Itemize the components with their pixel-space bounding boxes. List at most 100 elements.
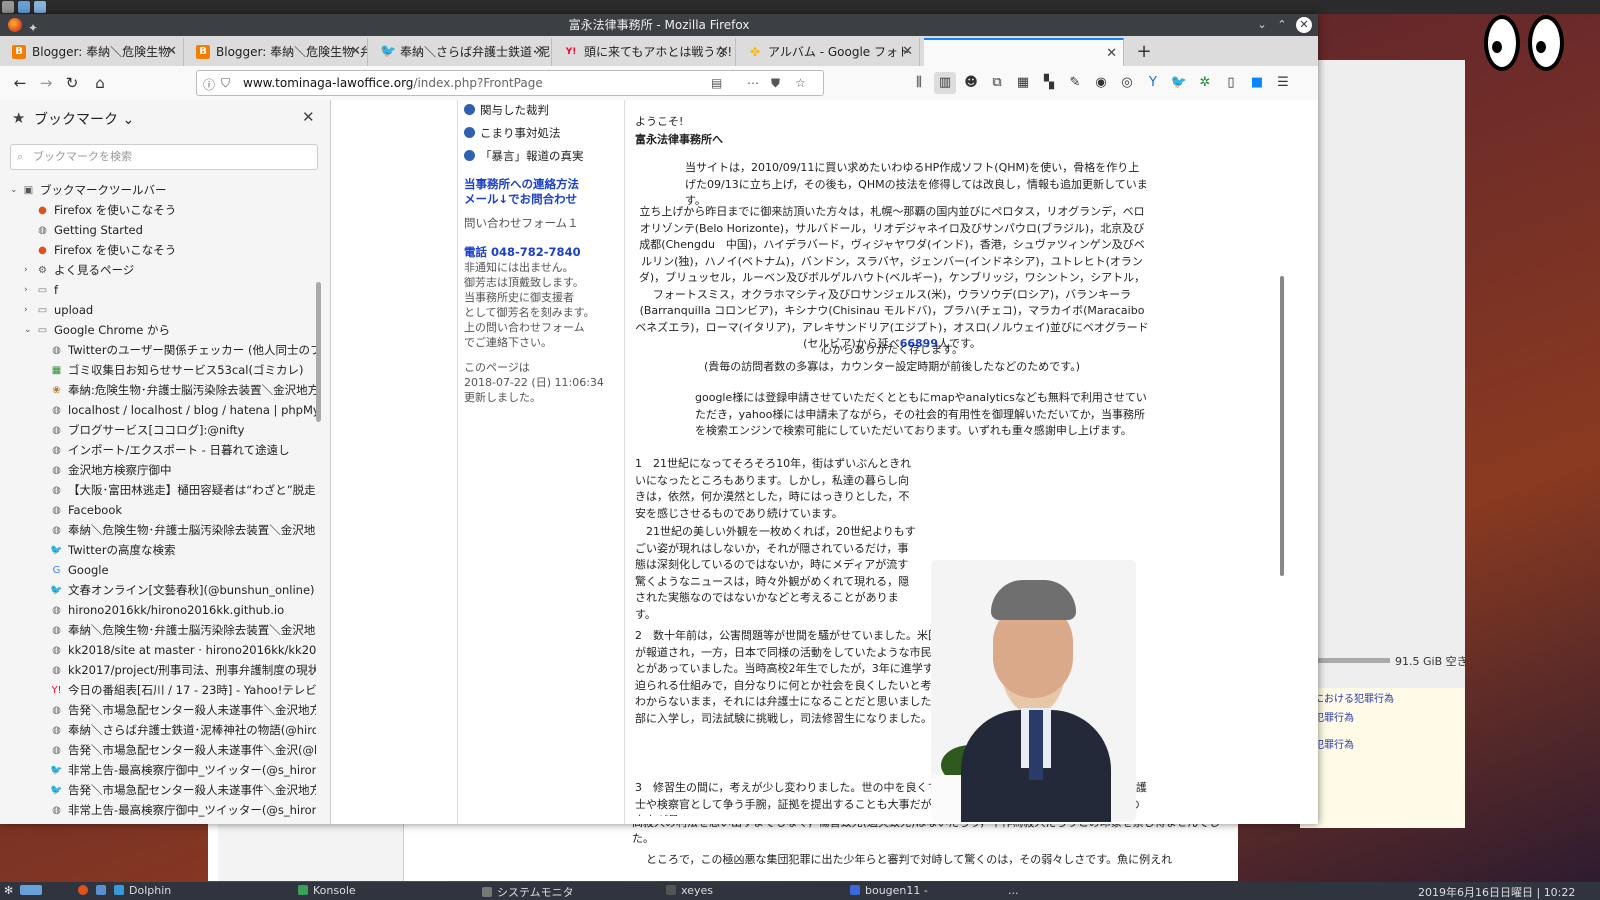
- tab-close-icon[interactable]: ✕: [902, 38, 913, 66]
- bookmark-search-input[interactable]: ⌕ ブックマークを検索: [10, 144, 318, 170]
- bookmark-item[interactable]: ◍ Twitterのユーザー関係チェッカー (他人同士のフォロ...: [0, 340, 316, 360]
- clipboard-icon[interactable]: ▯: [1220, 72, 1242, 94]
- tab-google-photos[interactable]: ✤ アルバム - Google フォト ✕: [740, 38, 920, 66]
- system-clock[interactable]: 2019年6月16日日曜日 | 10:22: [1418, 884, 1575, 900]
- tab-active[interactable]: ✕: [924, 38, 1124, 66]
- tab-close-icon[interactable]: ✕: [534, 38, 545, 66]
- info-icon[interactable]: ⓘ: [203, 76, 215, 93]
- extension-icon[interactable]: ◎: [1116, 72, 1138, 94]
- back-button[interactable]: ←: [8, 71, 32, 95]
- bookmark-item[interactable]: ◍ ブログサービス[ココログ]:@nifty: [0, 420, 316, 440]
- forward-button[interactable]: →: [34, 71, 58, 95]
- bookmark-item[interactable]: ◍ kk2018/site at master · hirono2016kk/kk…: [0, 640, 316, 660]
- url-bar[interactable]: ⓘ ⛉ www.tominaga-lawoffice.org/index.php…: [196, 70, 824, 96]
- pocket-icon[interactable]: ⛊: [771, 76, 780, 91]
- window-icon[interactable]: [34, 1, 46, 13]
- page-scrollbar[interactable]: [1280, 276, 1284, 576]
- account-icon[interactable]: ☻: [960, 72, 982, 94]
- nav-link-trials[interactable]: 関与した裁判: [464, 102, 549, 118]
- maximize-button[interactable]: ⌃: [1274, 17, 1290, 33]
- extension-icon[interactable]: ■: [1246, 72, 1268, 94]
- bookmark-item[interactable]: ◍ 非常上告-最高検察庁御中_ツイッター(@s_hirono) - T...: [0, 800, 316, 820]
- sidebar-scrollbar[interactable]: [316, 282, 321, 422]
- bookmark-item[interactable]: ⌄ ▭ Google Chrome から: [0, 320, 316, 340]
- bookmark-item[interactable]: ◍ 告発＼市場急配センター殺人未遂事件＼金沢(@kk_h: [0, 740, 316, 760]
- menu-icon[interactable]: ☰: [1272, 72, 1294, 94]
- tab-yahoo[interactable]: Y! 頭に来てもアホとは戦うな! - Y ✕: [556, 38, 736, 66]
- nav-link-report[interactable]: 「暴言」報道の真実: [464, 148, 584, 164]
- chevron-down-icon[interactable]: ⌄: [10, 180, 18, 200]
- bookmark-item[interactable]: ◍ 奉納＼さらば弁護士鉄道･泥棒神社の物語(@hirono_...: [0, 720, 316, 740]
- extension-icon[interactable]: ◉: [1090, 72, 1112, 94]
- bookmark-item[interactable]: ◍ 【大阪･富田林逃走】樋田容疑者は“わざと”脱走させら...: [0, 480, 316, 500]
- bookmark-item[interactable]: ◍ Facebook: [0, 500, 316, 520]
- reload-button[interactable]: ↻: [60, 71, 84, 95]
- files-icon[interactable]: [96, 884, 111, 897]
- bookmark-item[interactable]: › ▭ upload: [0, 300, 316, 320]
- chevron-right-icon[interactable]: ›: [24, 260, 28, 280]
- bookmark-item[interactable]: 🐦 Twitterの高度な検索: [0, 540, 316, 560]
- chevron-down-icon[interactable]: ⌄: [24, 320, 32, 340]
- tab-blogger-1[interactable]: B Blogger: 奉納＼危険生物･ ✕: [4, 38, 184, 66]
- desktop-icon[interactable]: [20, 884, 47, 897]
- tab-twitter[interactable]: 🐦 奉納＼さらば弁護士鉄道･泥 ✕: [372, 38, 552, 66]
- bookmark-item[interactable]: › ⚙ よく見るページ: [0, 260, 316, 280]
- bookmark-star-icon[interactable]: ☆: [795, 76, 806, 90]
- bookmark-item[interactable]: ◍ Getting Started: [0, 220, 316, 240]
- screenshot-icon[interactable]: ⧉: [986, 72, 1008, 94]
- tab-blogger-2[interactable]: B Blogger: 奉納＼危険生物･弁 ✕: [188, 38, 368, 66]
- home-button[interactable]: ⌂: [88, 71, 112, 95]
- bookmark-item[interactable]: ● Firefox を使いこなそう: [0, 200, 316, 220]
- chevron-right-icon[interactable]: ›: [24, 300, 28, 320]
- bookmark-item[interactable]: ⌄ ▣ ブックマークツールバー: [0, 180, 316, 200]
- bookmark-item[interactable]: ◍ 奉納＼危険生物･弁護士脳汚染除去装置＼金沢地方...: [0, 520, 316, 540]
- taskbar-item-dolphin[interactable]: Dolphin: [114, 884, 171, 897]
- bookmark-item[interactable]: ◍ 奉納＼危険生物･弁護士脳汚染除去装置＼金沢地方...: [0, 620, 316, 640]
- sidebar-title[interactable]: ブックマーク ⌄: [34, 109, 134, 129]
- sidebar-close-icon[interactable]: ✕: [302, 108, 315, 126]
- bookmark-item[interactable]: 🐦 文春オンライン[文藝春秋](@bunshun_online)さん | ...: [0, 580, 316, 600]
- bookmark-item[interactable]: ◍ kk2017/project/刑事司法、刑事弁護制度の現状と問: [0, 660, 316, 680]
- bookmark-item[interactable]: ● Firefox を使いこなそう: [0, 240, 316, 260]
- extension-icon[interactable]: Y: [1142, 72, 1164, 94]
- taskbar-item-xeyes[interactable]: xeyes: [666, 884, 713, 897]
- launcher-icon[interactable]: [2, 1, 14, 13]
- bookmark-item[interactable]: 🐦 非常上告-最高検察庁御中_ツイッター(@s_hirono)さ...: [0, 760, 316, 780]
- bookmark-item[interactable]: ◍ 金沢地方検察庁御中: [0, 460, 316, 480]
- sidebar-toggle-icon[interactable]: ▥: [934, 72, 956, 94]
- reader-view-icon[interactable]: ▤: [711, 76, 722, 90]
- bookmark-item[interactable]: ◍ 告発＼市場急配センター殺人未遂事件＼金沢地方検...: [0, 700, 316, 720]
- page-actions-icon[interactable]: ⋯: [747, 76, 759, 90]
- bookmark-item[interactable]: 🐦 告発＼市場急配センター殺人未遂事件＼金沢地方検...: [0, 780, 316, 800]
- firefox-icon[interactable]: [78, 884, 93, 897]
- new-tab-button[interactable]: +: [1130, 38, 1158, 66]
- bookmark-item[interactable]: ❀ 奉納:危険生物･弁護士脳汚染除去装置＼金沢地方検: [0, 380, 316, 400]
- taskbar-item-bougen[interactable]: bougen11 -: [850, 884, 928, 897]
- start-menu-icon[interactable]: ✻: [4, 884, 13, 897]
- bookmark-item[interactable]: ◍ hirono2016kk/hirono2016kk.github.io: [0, 600, 316, 620]
- taskbar-item-sysmon[interactable]: システムモニタ: [482, 884, 574, 900]
- globe-icon[interactable]: [18, 1, 30, 13]
- shield-icon[interactable]: ⛉: [221, 76, 230, 91]
- tab-close-icon[interactable]: ✕: [166, 38, 177, 66]
- nav-link-troubles[interactable]: こまり事対処法: [464, 125, 561, 141]
- taskbar-item-more[interactable]: ...: [1008, 884, 1019, 897]
- bookmark-item[interactable]: Y! 今日の番組表[石川 / 17 - 23時] - Yahoo!テレビ.Gガ..…: [0, 680, 316, 700]
- minimize-button[interactable]: ⌄: [1254, 17, 1270, 33]
- extension-icon[interactable]: ▦: [1012, 72, 1034, 94]
- bookmark-item[interactable]: ◍ インポート/エクスポート - 日暮れて途遠し: [0, 440, 316, 460]
- close-button[interactable]: ✕: [1296, 17, 1312, 33]
- extension-icon[interactable]: ✲: [1194, 72, 1216, 94]
- twitter-icon[interactable]: 🐦: [1168, 72, 1190, 94]
- bookmark-item[interactable]: G Google: [0, 560, 316, 580]
- pen-icon[interactable]: ✎: [1064, 72, 1086, 94]
- chevron-right-icon[interactable]: ›: [24, 280, 28, 300]
- taskbar-item-konsole[interactable]: Konsole: [298, 884, 356, 897]
- contact-form-link[interactable]: 問い合わせフォーム１: [464, 216, 579, 231]
- bookmark-item[interactable]: › ▭ f: [0, 280, 316, 300]
- bookmark-item[interactable]: ◍ localhost / localhost / blog / hatena |…: [0, 400, 316, 420]
- tab-close-icon[interactable]: ✕: [718, 38, 729, 66]
- bookmark-item[interactable]: ▦ ゴミ収集日お知らせサービス53cal(ゴミカレ) ゴミの...: [0, 360, 316, 380]
- tab-close-icon[interactable]: ✕: [350, 38, 361, 66]
- tab-close-icon[interactable]: ✕: [1106, 40, 1117, 66]
